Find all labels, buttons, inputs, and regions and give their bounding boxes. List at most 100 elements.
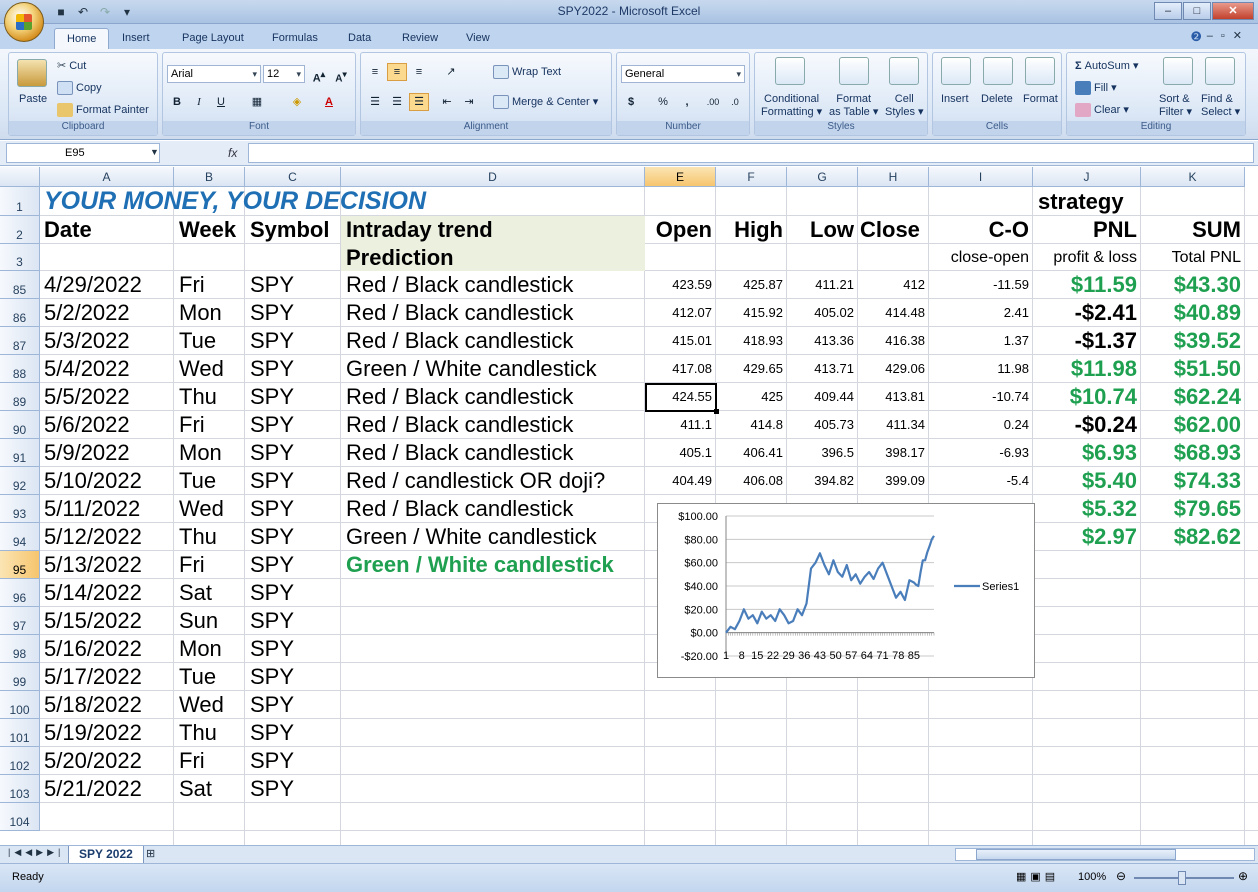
- decrease-indent-icon[interactable]: ⇤: [437, 93, 457, 111]
- cell-symbol[interactable]: SPY: [250, 467, 294, 495]
- cell-week[interactable]: Wed: [179, 355, 224, 383]
- cell-prediction[interactable]: Red / Black candlestick: [346, 327, 573, 355]
- tab-page-layout[interactable]: Page Layout: [170, 28, 256, 49]
- cell-pnl[interactable]: -$1.37: [1033, 327, 1141, 355]
- cell-date[interactable]: 5/13/2022: [44, 551, 142, 579]
- column-header-e[interactable]: E: [645, 167, 716, 187]
- cell-prediction[interactable]: Red / Black candlestick: [346, 383, 573, 411]
- cell-low[interactable]: 396.5: [787, 439, 858, 467]
- cut-button[interactable]: ✂ Cut: [57, 59, 86, 73]
- cell-sum[interactable]: $43.30: [1141, 271, 1245, 299]
- row-header-104[interactable]: 104: [0, 803, 40, 831]
- bold-button[interactable]: B: [167, 93, 187, 111]
- column-header-j[interactable]: J: [1033, 167, 1141, 187]
- wrap-text-button[interactable]: Wrap Text: [493, 65, 561, 79]
- row-header-r2[interactable]: 2: [0, 216, 40, 244]
- borders-icon[interactable]: ▦: [247, 93, 267, 111]
- cell-pnl[interactable]: -$0.24: [1033, 411, 1141, 439]
- header-e[interactable]: Open: [645, 216, 716, 244]
- workbook-window-controls[interactable]: –▫✕: [1207, 29, 1250, 42]
- column-header-f[interactable]: F: [716, 167, 787, 187]
- row-header-93[interactable]: 93: [0, 495, 40, 523]
- cell-symbol[interactable]: SPY: [250, 691, 294, 719]
- currency-icon[interactable]: $: [621, 93, 641, 111]
- shrink-font-button[interactable]: A▾: [331, 65, 351, 84]
- row-header-86[interactable]: 86: [0, 299, 40, 327]
- sort-filter-button[interactable]: Sort & Filter ▾: [1159, 93, 1192, 119]
- cell-week[interactable]: Fri: [179, 551, 205, 579]
- decrease-decimal-icon[interactable]: .0: [725, 93, 745, 111]
- header-g[interactable]: Low: [787, 216, 858, 244]
- clear-button[interactable]: Clear ▾: [1075, 103, 1129, 118]
- cell-week[interactable]: Mon: [179, 439, 222, 467]
- cell-low[interactable]: 405.02: [787, 299, 858, 327]
- autosum-button[interactable]: Σ AutoSum ▾: [1075, 59, 1139, 72]
- header-d[interactable]: Intraday trend: [346, 216, 493, 244]
- cell-week[interactable]: Tue: [179, 467, 216, 495]
- tab-insert[interactable]: Insert: [110, 28, 162, 49]
- row-header-100[interactable]: 100: [0, 691, 40, 719]
- formula-input[interactable]: [248, 143, 1254, 163]
- increase-decimal-icon[interactable]: .00: [703, 93, 723, 111]
- cell-co[interactable]: 1.37: [929, 327, 1033, 355]
- align-top-icon[interactable]: ≡: [365, 63, 385, 81]
- cell-week[interactable]: Mon: [179, 299, 222, 327]
- tab-review[interactable]: Review: [390, 28, 450, 49]
- view-buttons[interactable]: ▦▣▤: [1016, 870, 1059, 883]
- header-prediction[interactable]: Prediction: [346, 244, 454, 271]
- row-header-91[interactable]: 91: [0, 439, 40, 467]
- cell-high[interactable]: 425.87: [716, 271, 787, 299]
- cell-symbol[interactable]: SPY: [250, 495, 294, 523]
- cell-high[interactable]: 425: [716, 383, 787, 411]
- line-chart[interactable]: $100.00 $80.00 $60.00 $40.00 $20.00 $0.00 -$20…: [657, 503, 1035, 678]
- cell-symbol[interactable]: SPY: [250, 523, 294, 551]
- header-strategy[interactable]: strategy: [1038, 187, 1124, 216]
- cell-date[interactable]: 5/19/2022: [44, 719, 142, 747]
- cell-sum[interactable]: $51.50: [1141, 355, 1245, 383]
- cell-date[interactable]: 5/2/2022: [44, 299, 130, 327]
- cell-date[interactable]: 5/15/2022: [44, 607, 142, 635]
- cell-prediction[interactable]: Green / White candlestick: [346, 523, 597, 551]
- tab-view[interactable]: View: [454, 28, 502, 49]
- header-profit-loss[interactable]: profit & loss: [1033, 244, 1141, 271]
- cell-prediction[interactable]: Red / Black candlestick: [346, 411, 573, 439]
- cell-styles-button[interactable]: Cell Styles ▾: [885, 93, 924, 119]
- cell-close[interactable]: 429.06: [858, 355, 929, 383]
- cell-date[interactable]: 5/20/2022: [44, 747, 142, 775]
- cell-symbol[interactable]: SPY: [250, 411, 294, 439]
- align-left-icon[interactable]: ☰: [365, 93, 385, 111]
- row-header-94[interactable]: 94: [0, 523, 40, 551]
- column-header-g[interactable]: G: [787, 167, 858, 187]
- cell-co[interactable]: -10.74: [929, 383, 1033, 411]
- cell-sum[interactable]: $79.65: [1141, 495, 1245, 523]
- cell-prediction[interactable]: Green / White candlestick: [346, 551, 614, 579]
- cell-close[interactable]: 414.48: [858, 299, 929, 327]
- column-header-i[interactable]: I: [929, 167, 1033, 187]
- cell-date[interactable]: 5/17/2022: [44, 663, 142, 691]
- row-header-89[interactable]: 89: [0, 383, 40, 411]
- header-total-pnl[interactable]: Total PNL: [1141, 244, 1245, 271]
- sheet-title[interactable]: YOUR MONEY, YOUR DECISION: [44, 187, 426, 216]
- row-header-88[interactable]: 88: [0, 355, 40, 383]
- column-header-a[interactable]: A: [40, 167, 174, 187]
- save-icon[interactable]: ■: [52, 4, 70, 20]
- cell-open[interactable]: 412.07: [645, 299, 716, 327]
- row-header-90[interactable]: 90: [0, 411, 40, 439]
- grow-font-button[interactable]: A▴: [309, 65, 329, 85]
- cell-date[interactable]: 5/5/2022: [44, 383, 130, 411]
- align-bottom-icon[interactable]: ≡: [409, 63, 429, 81]
- cell-symbol[interactable]: SPY: [250, 663, 294, 691]
- tab-data[interactable]: Data: [336, 28, 383, 49]
- cell-week[interactable]: Fri: [179, 271, 205, 299]
- cell-sum[interactable]: $74.33: [1141, 467, 1245, 495]
- cell-high[interactable]: 415.92: [716, 299, 787, 327]
- column-header-h[interactable]: H: [858, 167, 929, 187]
- paste-icon[interactable]: [17, 59, 47, 87]
- cell-week[interactable]: Tue: [179, 327, 216, 355]
- cell-prediction[interactable]: Red / candlestick OR doji?: [346, 467, 605, 495]
- cell-close[interactable]: 411.34: [858, 411, 929, 439]
- cell-open[interactable]: 405.1: [645, 439, 716, 467]
- font-size-combo[interactable]: 12: [263, 65, 305, 83]
- cell-week[interactable]: Thu: [179, 719, 217, 747]
- cell-date[interactable]: 5/11/2022: [44, 495, 140, 523]
